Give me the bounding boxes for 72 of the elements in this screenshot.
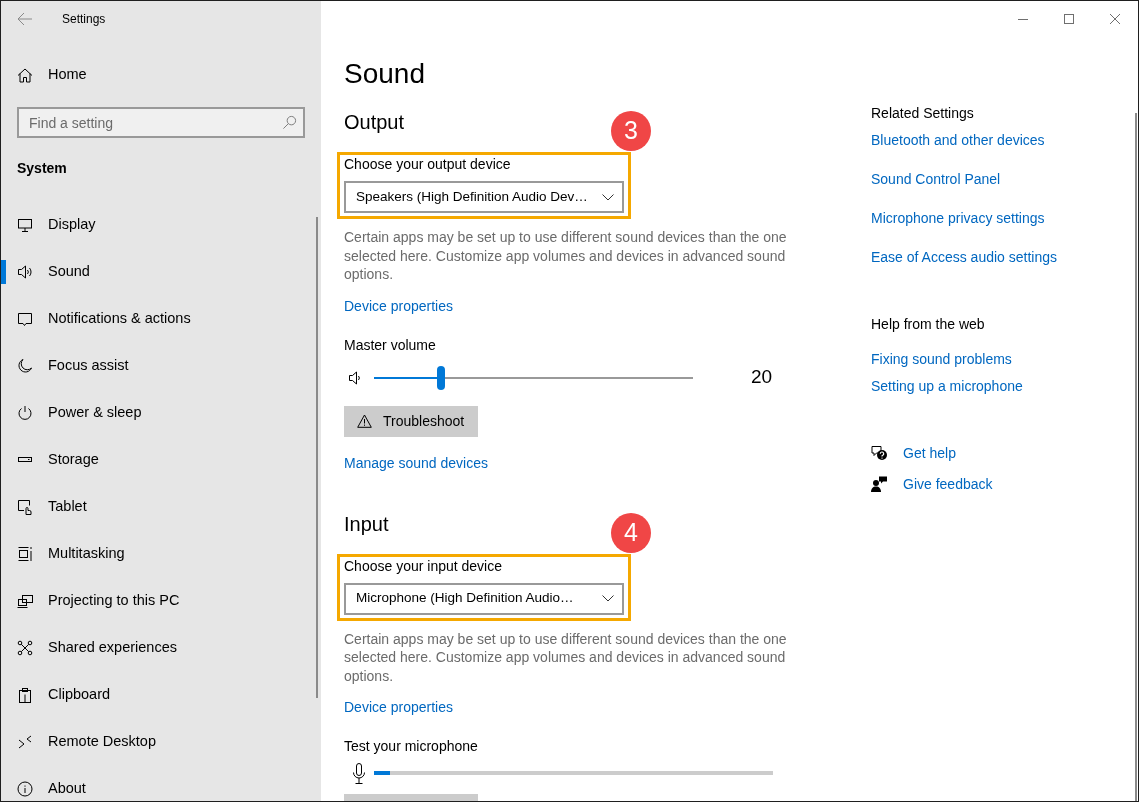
scrollbar[interactable] [316, 217, 318, 698]
home-icon [17, 67, 33, 83]
info-icon [17, 780, 33, 797]
chevron-down-icon [602, 595, 614, 602]
support-link[interactable]: Give feedback [871, 474, 993, 494]
nav-item[interactable]: About [1, 765, 321, 801]
slider-thumb[interactable] [437, 365, 445, 390]
nav-item[interactable]: Projecting to this PC [1, 577, 321, 624]
help-link[interactable]: Fixing sound problems [871, 350, 1012, 368]
step-number: 4 [611, 512, 651, 553]
close-icon [1110, 13, 1120, 24]
support-link[interactable]: Get help [871, 443, 956, 463]
properties-link[interactable]: Device properties [344, 296, 453, 315]
chevrons-icon [17, 733, 33, 750]
nav-item[interactable]: Display [1, 201, 321, 248]
nav-item[interactable]: Shared experiences [1, 624, 321, 671]
related-link[interactable]: Microphone privacy settings [871, 209, 1045, 227]
section-heading: Output [344, 110, 405, 135]
speaker-icon[interactable] [348, 369, 361, 386]
page-title: Sound [344, 57, 425, 91]
device-dropdown[interactable]: Speakers (High Definition Audio Dev… [344, 181, 624, 213]
nav-item[interactable]: Sound [1, 248, 321, 295]
search-field[interactable]: Find a setting [17, 107, 305, 138]
multitasking-icon [17, 545, 33, 562]
related-link[interactable]: Bluetooth and other devices [871, 131, 1045, 149]
volume-value: 20 [751, 365, 773, 390]
nav-item[interactable]: Storage [1, 436, 321, 483]
field-label: Choose your input device [344, 556, 502, 575]
scrollbar[interactable] [1135, 113, 1137, 801]
nav-item[interactable]: Multitasking [1, 530, 321, 577]
moon-icon [17, 357, 33, 374]
description-text: Certain apps may be set up to use different sound devices than the one selected here. Customize app volumes and devices in advanced sound options. [344, 629, 788, 685]
help-link[interactable]: Setting up a microphone [871, 377, 1023, 395]
window-title: Settings [62, 10, 106, 28]
related-link[interactable]: Sound Control Panel [871, 170, 1001, 188]
maximize-icon [1064, 13, 1074, 24]
section-label: System [17, 159, 67, 178]
help-heading: Help from the web [871, 315, 985, 333]
nav-item[interactable]: Remote Desktop [1, 718, 321, 765]
clipboard-icon [17, 686, 33, 703]
monitor-icon [17, 216, 33, 233]
chevron-down-icon [602, 193, 614, 201]
home-link[interactable]: Home [1, 55, 87, 95]
description-text: Certain apps may be set up to use different sound devices than the one selected here. Customize app volumes and devices in advanced sound options. [344, 228, 788, 284]
related-link[interactable]: Ease of Access audio settings [871, 248, 1057, 266]
back-icon[interactable] [17, 11, 33, 26]
monitors-icon [17, 592, 33, 609]
nav-item[interactable]: Notifications & actions [1, 295, 321, 342]
tablet-icon [17, 498, 33, 515]
nav-item[interactable]: Tablet [1, 483, 321, 530]
power-icon [17, 404, 33, 421]
troubleshoot-button[interactable]: Troubleshoot [344, 405, 478, 437]
nav-item[interactable]: Focus assist [1, 342, 321, 389]
section-heading: Input [344, 511, 389, 537]
nav-item[interactable]: Clipboard [1, 671, 321, 718]
nav-item[interactable]: Power & sleep [1, 389, 321, 436]
warning-icon [357, 414, 372, 428]
properties-link[interactable]: Device properties [344, 698, 453, 716]
related-heading: Related Settings [871, 104, 974, 122]
step-number: 3 [611, 111, 651, 151]
nodes-icon [17, 639, 33, 656]
field-label: Choose your output device [344, 155, 511, 173]
device-dropdown[interactable]: Microphone (High Definition Audio… [344, 582, 624, 615]
search-icon[interactable] [282, 115, 297, 130]
person-feedback-icon [871, 476, 887, 492]
field-label: Test your microphone [344, 737, 478, 755]
speaker-icon [17, 263, 33, 280]
speech-bubble-icon [17, 310, 33, 327]
field-label: Master volume [344, 335, 436, 354]
manage-devices-link[interactable]: Manage sound devices [344, 453, 488, 472]
microphone-icon [352, 762, 366, 784]
question-bubble-icon [871, 445, 887, 461]
